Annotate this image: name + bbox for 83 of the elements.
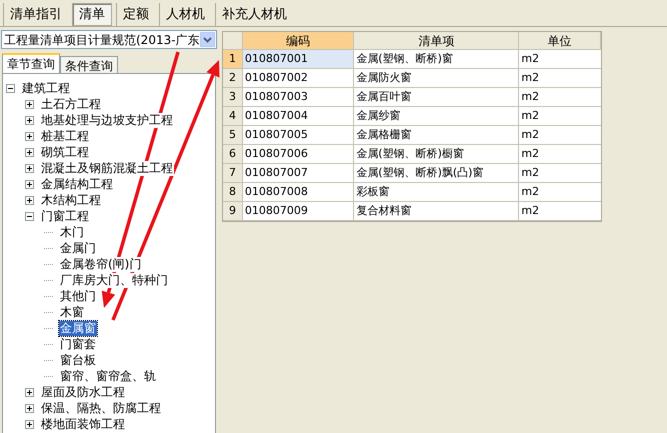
- collapse-icon[interactable]: [6, 84, 15, 92]
- expand-icon[interactable]: [25, 196, 34, 204]
- tree-item[interactable]: 土石方工程: [40, 96, 102, 112]
- tab[interactable]: 清单指引: [3, 3, 68, 26]
- tree-item[interactable]: 金属结构工程: [40, 176, 114, 192]
- tree-item[interactable]: 窗帘、窗帘盒、轨: [59, 368, 157, 384]
- table-cell: m2: [519, 88, 601, 107]
- tree-item[interactable]: 建筑工程: [21, 80, 71, 96]
- tree-item[interactable]: 厂库房大门、特种门: [59, 272, 169, 288]
- table-cell: 010807001: [242, 50, 354, 69]
- row-number[interactable]: 4: [223, 107, 243, 126]
- table-cell: 金属(塑钢、断桥)窗: [354, 50, 520, 69]
- table-cell: m2: [519, 145, 601, 164]
- table-cell: m2: [519, 183, 601, 202]
- column-header[interactable]: 编码: [242, 32, 354, 50]
- table-cell: 金属(塑钢、断桥)橱窗: [354, 145, 520, 164]
- tree-item[interactable]: 保温、隔热、防腐工程: [40, 400, 162, 416]
- row-number[interactable]: 1: [223, 50, 243, 69]
- table-cell: 010807009: [242, 202, 354, 221]
- tab[interactable]: 定额: [116, 3, 155, 26]
- tree-item[interactable]: 地基处理与边坡支护工程: [40, 112, 174, 128]
- table-cell: 010807003: [242, 88, 354, 107]
- table-cell: m2: [519, 202, 601, 221]
- chevron-down-icon[interactable]: [200, 32, 215, 47]
- row-number[interactable]: 8: [223, 183, 243, 202]
- tree-item[interactable]: 金属窗: [59, 320, 97, 336]
- tree-item[interactable]: 窗台板: [59, 352, 97, 368]
- expand-icon[interactable]: [25, 404, 34, 412]
- tree-item[interactable]: 门窗工程: [40, 208, 90, 224]
- table-cell: 金属纱窗: [354, 107, 520, 126]
- expand-icon[interactable]: [25, 388, 34, 396]
- standard-dropdown[interactable]: 工程量清单项目计量规范(2013-广东: [1, 30, 217, 49]
- tree-item[interactable]: 金属门: [59, 240, 97, 256]
- tree-item[interactable]: 屋面及防水工程: [40, 384, 126, 400]
- query-tab[interactable]: 章节查询: [2, 53, 60, 73]
- tree-item[interactable]: 金属卷帘(闸)门: [59, 256, 142, 272]
- collapse-icon[interactable]: [25, 212, 34, 220]
- expand-icon[interactable]: [25, 132, 34, 140]
- tree-item[interactable]: 木结构工程: [40, 192, 102, 208]
- table-cell: 金属百叶窗: [354, 88, 520, 107]
- expand-icon[interactable]: [25, 116, 34, 124]
- header-corner: [223, 32, 243, 50]
- tree-item[interactable]: 门窗套: [59, 336, 97, 352]
- table-cell: 010807004: [242, 107, 354, 126]
- expand-icon[interactable]: [25, 420, 34, 428]
- expand-icon[interactable]: [25, 148, 34, 156]
- query-tab[interactable]: 条件查询: [60, 56, 118, 73]
- tree-item[interactable]: 砌筑工程: [40, 144, 90, 160]
- table-cell: 010807002: [242, 69, 354, 88]
- column-header[interactable]: 单位: [519, 32, 601, 50]
- expand-icon[interactable]: [25, 164, 34, 172]
- table-cell: 010807007: [242, 164, 354, 183]
- row-number[interactable]: 6: [223, 145, 243, 164]
- tab[interactable]: 补充人材机: [215, 3, 293, 26]
- table-cell: 010807008: [242, 183, 354, 202]
- table-cell: 金属格栅窗: [354, 126, 520, 145]
- expand-icon[interactable]: [25, 180, 34, 188]
- table-cell: 010807006: [242, 145, 354, 164]
- table-cell: m2: [519, 50, 601, 69]
- tree-item[interactable]: 木门: [59, 224, 85, 240]
- tree-item[interactable]: 木窗: [59, 304, 85, 320]
- expand-icon[interactable]: [25, 100, 34, 108]
- table-cell: 金属防火窗: [354, 69, 520, 88]
- tree-item[interactable]: 楼地面装饰工程: [40, 416, 126, 432]
- row-number[interactable]: 2: [223, 69, 243, 88]
- table-cell: m2: [519, 126, 601, 145]
- row-number[interactable]: 7: [223, 164, 243, 183]
- tree-item[interactable]: 混凝土及钢筋混凝土工程: [40, 160, 174, 176]
- tree-item[interactable]: 桩基工程: [40, 128, 90, 144]
- table-cell: 金属(塑钢、断桥)飘(凸)窗: [354, 164, 520, 183]
- row-number[interactable]: 3: [223, 88, 243, 107]
- row-number[interactable]: 9: [223, 202, 243, 221]
- row-number[interactable]: 5: [223, 126, 243, 145]
- tab[interactable]: 人材机: [159, 3, 211, 26]
- table-cell: 复合材料窗: [354, 202, 520, 221]
- tab[interactable]: 清单: [72, 3, 112, 26]
- table-cell: m2: [519, 164, 601, 183]
- table-cell: 010807005: [242, 126, 354, 145]
- table-cell: m2: [519, 107, 601, 126]
- tree-item[interactable]: 其他门: [59, 288, 97, 304]
- column-header[interactable]: 清单项: [354, 32, 520, 50]
- table-cell: 彩板窗: [354, 183, 520, 202]
- table-cell: m2: [519, 69, 601, 88]
